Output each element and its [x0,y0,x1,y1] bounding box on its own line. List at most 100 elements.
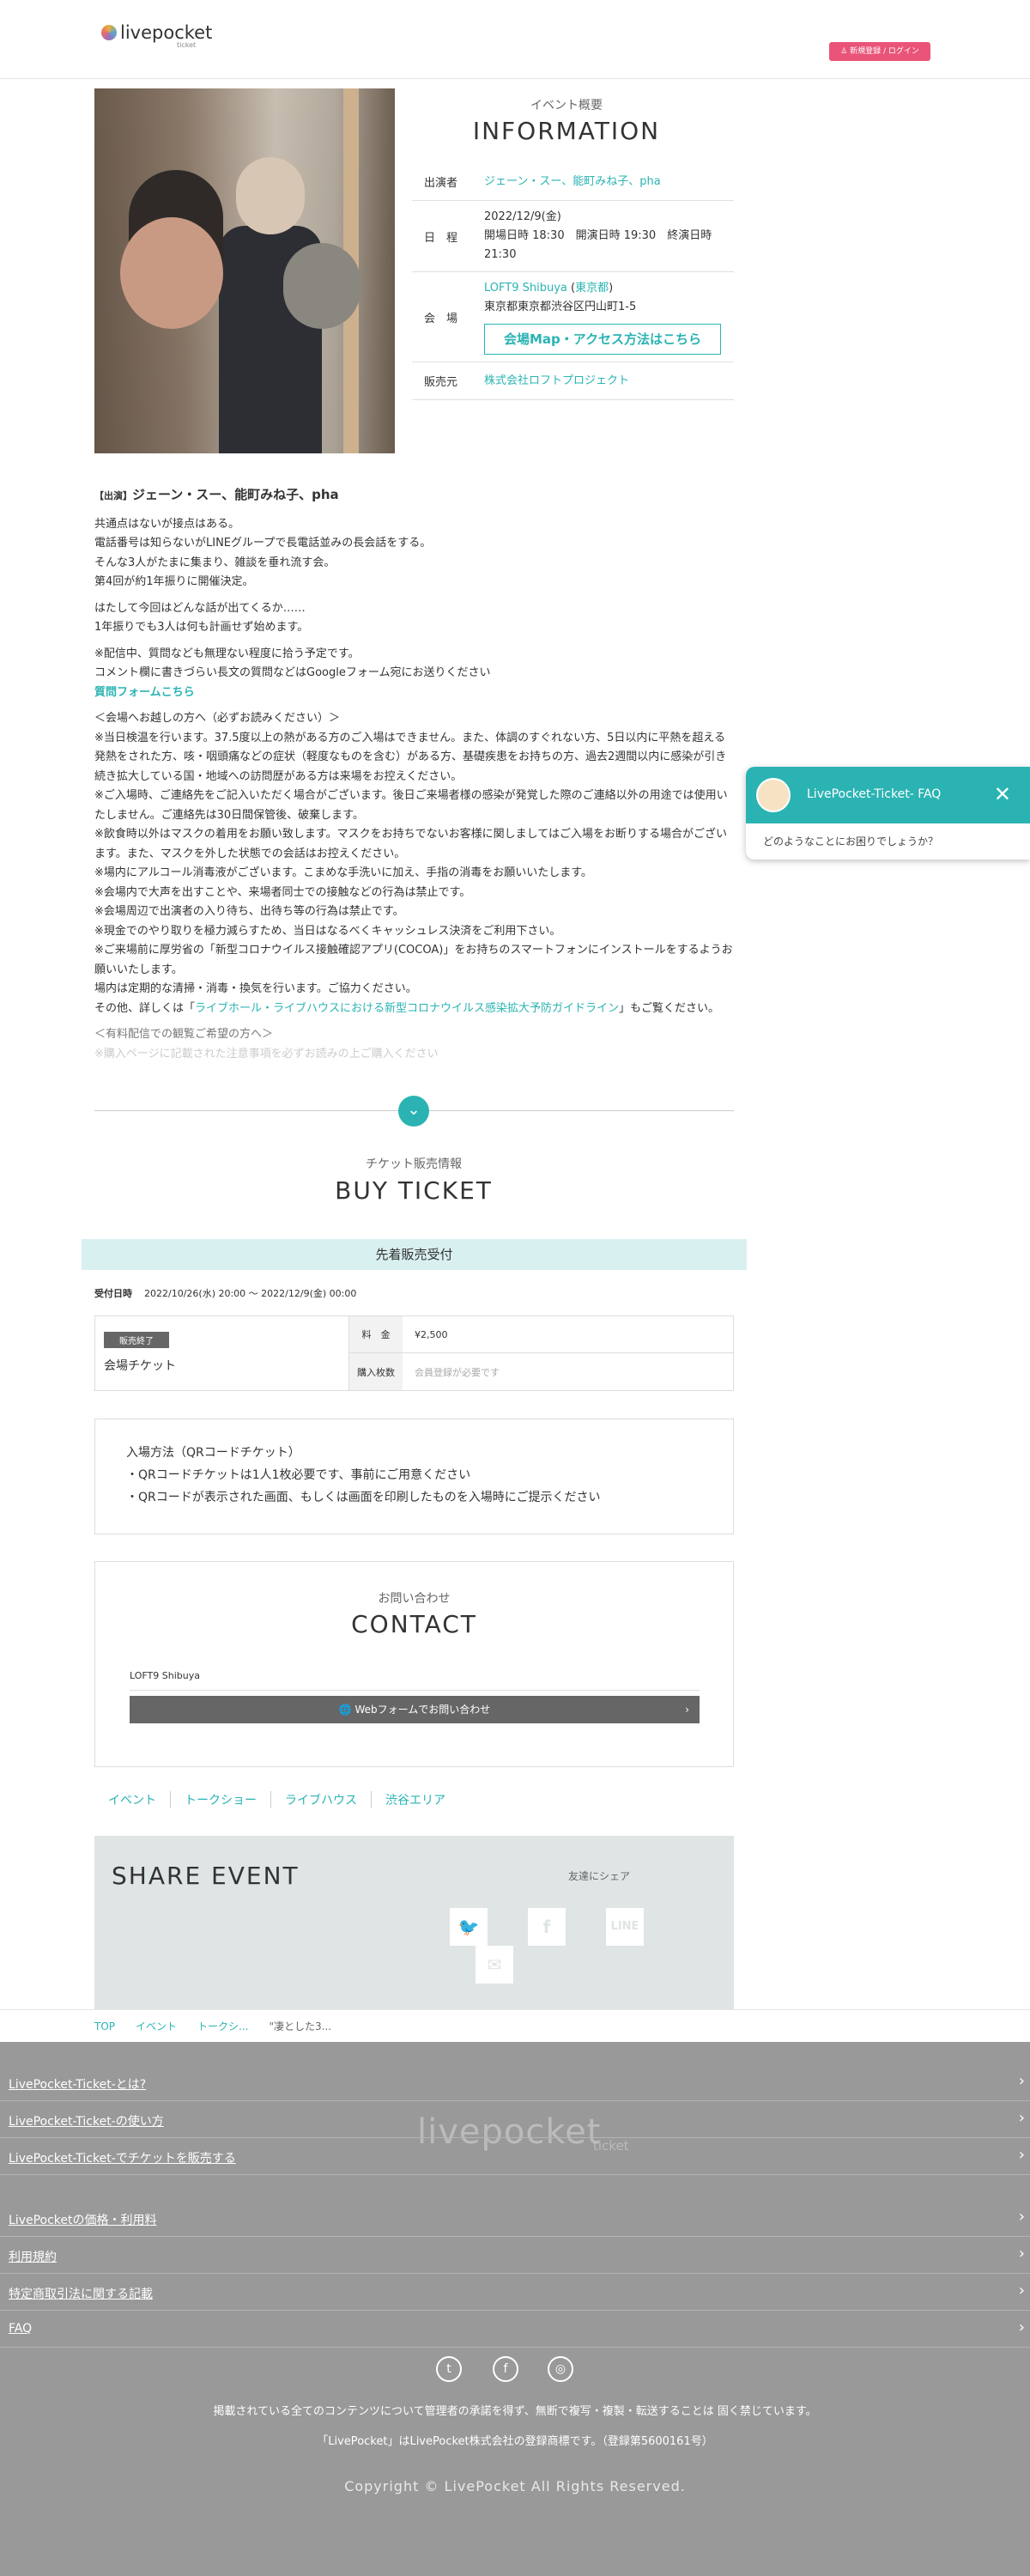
chevron-right-icon: › [1018,2318,1025,2336]
sales-period-label: 受付日時 [94,1288,132,1299]
faq-title: LivePocket-Ticket- FAQ [807,787,942,801]
sales-period-value: 2022/10/26(水) 20:00 〜 2022/12/9(金) 00:00 [144,1288,357,1299]
performer-row: 出演者 ジェーン・スー、能町みね子、pha [412,163,734,201]
guideline-suffix: 」もご覧ください。 [619,1001,720,1015]
desc-paragraph: 共通点はないが接点はある。 電話番号は知らないがLINEグループで長電話並みの長… [94,517,432,589]
desc-notice: ＜会場へお越しの方へ（必ずお読みください）＞ ※当日検温を行います。37.5度以… [94,712,733,995]
footer-link-label: 特定商取引法に関する記載 [9,2287,153,2301]
twitter-icon[interactable]: 🐦 [450,1908,488,1946]
event-description: 【出演】ジェーン・スー、能町みね子、pha 共通点はないが接点はある。 電話番号… [94,485,736,1071]
entry-method-title: 入場方法（QRコードチケット） [126,1446,300,1460]
logo-subtext: ticket [177,41,197,49]
venue-row: 会 場 LOFT9 Shibuya (東京都) 東京都東京都渋谷区円山町1-5 … [412,272,734,362]
price-label: 料 金 [349,1316,403,1352]
sold-out-badge: 販売終了 [104,1332,169,1348]
footer-link[interactable]: LivePocket-Ticket-でチケットを販売する › [9,2146,1030,2166]
breadcrumb: TOP イベント トークシ... "凄とした3... [0,2009,1030,2042]
chevron-right-icon: › [1018,2245,1025,2263]
sales-period: 受付日時 2022/10/26(水) 20:00 〜 2022/12/9(金) 0… [94,1286,356,1300]
quantity-label: 購入枚数 [349,1353,403,1390]
login-label: 新規登録 / ログイン [850,47,919,56]
login-button[interactable]: ♙ 新規登録 / ログイン [829,42,930,61]
chevron-right-icon: › [1018,2281,1025,2300]
instagram-icon[interactable]: ◎ [548,2356,573,2382]
event-tags: イベント トークショー ライブハウス 渋谷エリア [94,1791,459,1808]
tag-link[interactable]: トークショー [171,1791,271,1808]
logo-text: livepocket [120,22,213,43]
contact-subtitle: お問い合わせ [378,1592,451,1606]
footer-link[interactable]: FAQ › [9,2318,1030,2336]
contact-box: お問い合わせ CONTACT LOFT9 Shibuya 🌐 Webフォームでお… [94,1561,734,1767]
contact-venue: LOFT9 Shibuya [130,1670,700,1691]
chevron-right-icon: › [1018,2146,1025,2164]
cast-names: ジェーン・スー、能町みね子、pha [132,487,339,502]
access-map-label: 会場Map・アクセス方法はこちら [503,331,702,347]
seller-label: 販売元 [424,376,458,389]
ticket-price: ¥2,500 [415,1328,448,1340]
line-share-button[interactable]: LINE [606,1908,644,1946]
event-times: 開場日時 18:30 開演日時 19:30 終演日時 21:30 [484,229,712,261]
seller-link[interactable]: 株式会社ロフトプロジェクト [484,374,629,387]
desc-faded-text: ※購入ページに記載された注意事項を必ずお読みの上ご購入ください [94,1047,439,1060]
chevron-right-icon: › [1018,2072,1025,2090]
close-icon[interactable]: ✕ [994,782,1011,806]
mail-icon[interactable]: ✉ [476,1946,513,1984]
info-subtitle: イベント概要 [530,99,603,112]
question-form-link[interactable]: 質問フォームこちら [94,686,195,699]
footer-copyright: Copyright © LivePocket All Rights Reserv… [344,2478,686,2494]
footer-link-label: FAQ [9,2322,33,2336]
facebook-icon[interactable]: f [493,2356,518,2382]
faq-header: LivePocket-Ticket- FAQ ✕ [746,767,1030,823]
breadcrumb-current: "凄とした3... [269,2020,332,2032]
contact-title: CONTACT [351,1610,477,1638]
chevron-right-icon: › [685,1704,689,1716]
faq-message: どのようなことにお困りでしょうか？ [763,835,939,848]
info-table: 出演者 ジェーン・スー、能町みね子、pha 日 程 2022/12/9(金) 開… [412,163,734,400]
guideline-link[interactable]: ライブホール・ライブハウスにおける新型コロナウイルス感染拡大予防ガイドライン [195,1002,619,1015]
site-logo[interactable]: livepocket ticket [101,22,213,49]
venue-link[interactable]: LOFT9 Shibuya [484,282,567,295]
info-title: INFORMATION [472,117,661,145]
footer-link[interactable]: LivePocket-Ticket-の使い方 › [9,2109,1030,2129]
tag-link[interactable]: 渋谷エリア [372,1791,459,1808]
footer-link-label: LivePocketの価格・利用料 [9,2214,157,2227]
breadcrumb-item[interactable]: イベント [136,2019,177,2033]
cast-heading: 【出演】ジェーン・スー、能町みね子、pha [94,485,736,507]
twitter-icon[interactable]: t [436,2356,462,2382]
access-map-button[interactable]: 会場Map・アクセス方法はこちら [484,324,721,355]
sales-type-band: 先着販売受付 [82,1239,747,1270]
tag-link[interactable]: イベント [94,1791,171,1808]
faq-chat-popup[interactable]: LivePocket-Ticket- FAQ ✕ どのようなことにお困りでしょう… [746,767,1030,860]
footer-link[interactable]: LivePocketの価格・利用料 › [9,2208,1030,2228]
date-label: 日 程 [424,231,458,245]
site-header: livepocket ticket ♙ 新規登録 / ログイン [0,0,1030,79]
line-icon: LINE [610,1920,639,1933]
seller-row: 販売元 株式会社ロフトプロジェクト [412,362,734,400]
facebook-icon[interactable]: f [528,1908,566,1946]
footer-divider [0,2174,1030,2175]
event-date: 2022/12/9(金) [484,210,561,223]
entry-method-line: ・QRコードチケットは1人1枚必要です、事前にご用意ください [126,1468,471,1482]
footer-trademark: 「LivePocket」はLivePocket株式会社の登録商標です。（登録第5… [317,2435,713,2448]
footer-link-label: LivePocket-Ticket-の使い方 [9,2115,164,2129]
quantity-note: 会員登録が必要です [415,1366,500,1378]
venue-label: 会 場 [424,312,458,325]
breadcrumb-item[interactable]: トークシ... [197,2019,248,2033]
faq-avatar [756,778,791,812]
footer-divider [0,2100,1030,2101]
chevron-right-icon: › [1018,2109,1025,2127]
entry-method-line: ・QRコードが表示された画面、もしくは画面を印刷したものを入場時にご提示ください [126,1491,601,1504]
venue-address: 東京都東京都渋谷区円山町1-5 [484,301,637,313]
ticket-title: BUY TICKET [335,1176,493,1205]
footer-link[interactable]: 利用規約 › [9,2245,1030,2265]
breadcrumb-item[interactable]: TOP [94,2020,115,2032]
footer-divider [0,2347,1030,2348]
tag-link[interactable]: ライブハウス [271,1791,372,1808]
venue-area-link[interactable]: 東京都 [575,282,609,295]
performer-links[interactable]: ジェーン・スー、能町みね子、pha [484,175,661,188]
web-form-contact-label: Webフォームでお問い合わせ [354,1704,491,1716]
footer-link[interactable]: LivePocket-Ticket-とは? › [9,2072,1030,2093]
web-form-contact-button[interactable]: 🌐 Webフォームでお問い合わせ › [130,1696,700,1723]
read-more-button[interactable]: ⌄ [398,1096,429,1127]
footer-link[interactable]: 特定商取引法に関する記載 › [9,2281,1030,2302]
